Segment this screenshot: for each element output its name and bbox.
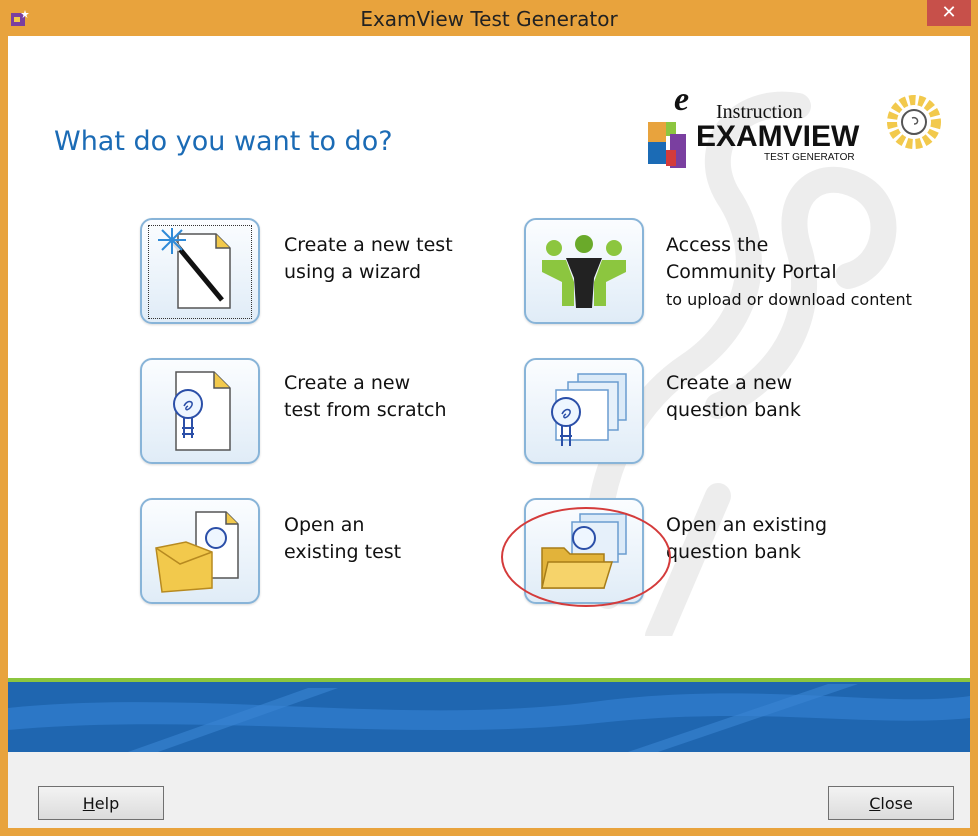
option-scratch-line1: Create a new [284, 372, 411, 394]
window-title: ExamView Test Generator [360, 7, 618, 31]
option-community-line3: to upload or download content [666, 290, 912, 309]
examview-window: ExamView Test Generator ✕ What do you wa… [0, 0, 978, 836]
client-area: What do you want to do? e Instruction EX… [8, 36, 970, 828]
examview-logo: e Instruction EXAMVIEW TEST GENERATOR [648, 88, 941, 168]
option-community-line1: Access the [666, 234, 769, 256]
window-close-button[interactable]: ✕ [927, 0, 971, 26]
option-community-line2: Community Portal [666, 261, 837, 283]
option-community-label: Access the Community Portal to upload or… [666, 232, 912, 313]
option-open-test-label: Open an existing test [284, 512, 401, 566]
highlight-annotation-circle [501, 507, 671, 607]
option-question-bank-line1: Create a new [666, 372, 793, 394]
title-bar[interactable]: ExamView Test Generator ✕ [0, 0, 978, 36]
option-open-bank-label: Open an existing question bank [666, 512, 827, 566]
create-question-bank-button[interactable] [524, 358, 644, 464]
option-wizard-label: Create a new test using a wizard [284, 232, 453, 286]
option-scratch-label: Create a new test from scratch [284, 370, 447, 424]
community-people-icon [542, 235, 626, 308]
new-test-page-icon [173, 371, 231, 451]
svg-text:e: e [674, 88, 689, 118]
close-label: lose [880, 794, 913, 813]
create-test-scratch-button[interactable] [140, 358, 260, 464]
create-test-wizard-button[interactable] [140, 218, 260, 324]
decorative-band [8, 678, 970, 752]
open-existing-test-button[interactable] [140, 498, 260, 604]
option-open-bank-line2: question bank [666, 541, 801, 563]
wizard-wand-icon [158, 228, 231, 309]
open-test-folder-icon [155, 511, 239, 593]
button-bar: Help Close [8, 752, 970, 828]
close-mnemonic: C [869, 794, 881, 813]
logo-sub-text: TEST GENERATOR [764, 152, 855, 163]
option-open-bank-line1: Open an existing [666, 514, 828, 536]
option-question-bank-line2: question bank [666, 399, 801, 421]
community-portal-button[interactable] [524, 218, 644, 324]
help-button[interactable]: Help [38, 786, 164, 820]
logo-brand-text: EXAMVIEW [696, 120, 860, 153]
help-label: elp [94, 794, 120, 813]
option-open-test-line1: Open an [284, 514, 365, 536]
new-question-bank-icon [551, 373, 627, 446]
option-wizard-line1: Create a new test [284, 234, 453, 256]
page-heading: What do you want to do? [54, 126, 393, 157]
option-wizard-line2: using a wizard [284, 261, 422, 283]
close-button[interactable]: Close [828, 786, 954, 820]
option-question-bank-label: Create a new question bank [666, 370, 801, 424]
help-mnemonic: H [82, 794, 95, 813]
option-open-test-line2: existing test [284, 541, 402, 563]
option-scratch-line2: test from scratch [284, 399, 447, 421]
